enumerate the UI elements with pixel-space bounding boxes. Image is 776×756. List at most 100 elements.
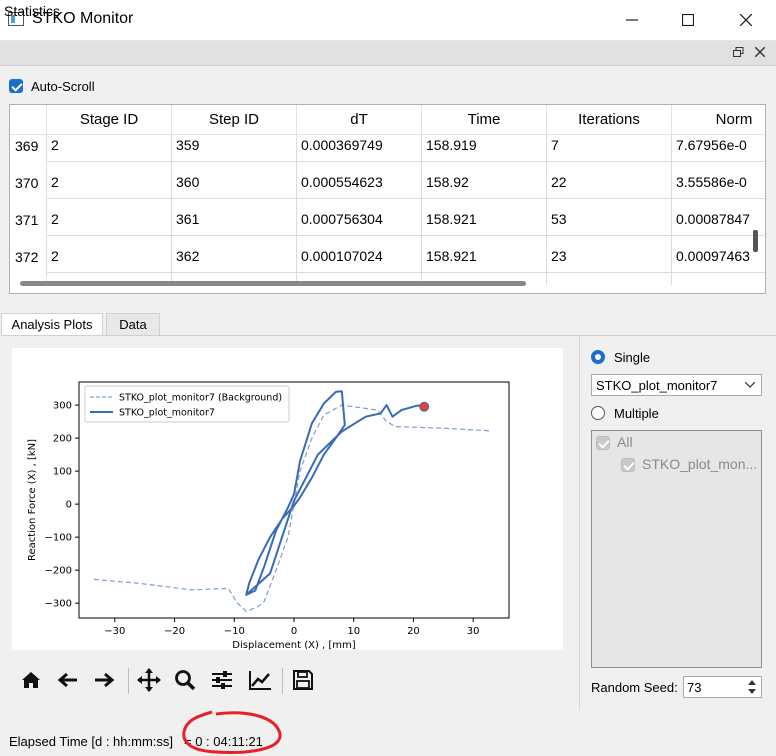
- minimize-button[interactable]: [604, 0, 660, 40]
- x-tick-label: −30: [104, 626, 125, 637]
- table-cell[interactable]: 0.000756304: [301, 211, 420, 227]
- row-divider: [47, 161, 765, 162]
- x-tick-label: 0: [291, 626, 297, 637]
- y-tick-label: 200: [53, 434, 72, 445]
- toolbar-separator: [282, 668, 283, 694]
- combo-value: STKO_plot_monitor7: [596, 378, 718, 393]
- y-tick-label: 0: [66, 500, 72, 511]
- legend-entry: STKO_plot_monitor7: [119, 408, 215, 419]
- table-cell[interactable]: 0.000107024: [301, 248, 420, 264]
- current-point-marker: [419, 401, 430, 412]
- multiple-radio[interactable]: [591, 406, 605, 420]
- all-checkbox[interactable]: [596, 436, 610, 450]
- grid-line: [296, 135, 297, 285]
- table-cell[interactable]: 0.000369749: [301, 137, 420, 153]
- auto-scroll-label: Auto-Scroll: [31, 79, 95, 94]
- row-divider: [47, 235, 765, 236]
- x-axis-label: Displacement (X) , [mm]: [232, 640, 355, 650]
- auto-scroll-checkbox[interactable]: [9, 79, 23, 93]
- forward-button[interactable]: [90, 666, 118, 694]
- single-radio[interactable]: [591, 350, 605, 364]
- statistics-dock-header: [0, 41, 776, 66]
- close-button[interactable]: [718, 0, 774, 40]
- toolbar-separator: [128, 668, 129, 694]
- zoom-button[interactable]: [171, 666, 199, 694]
- table-cell[interactable]: 360: [176, 174, 295, 190]
- edit-axis-button[interactable]: [246, 666, 274, 694]
- column-header[interactable]: Stage ID: [47, 105, 172, 135]
- home-button[interactable]: [17, 666, 45, 694]
- grid-line: [671, 135, 672, 285]
- y-axis-label: Reaction Force (X) , [kN]: [27, 439, 38, 561]
- y-tick-label: −200: [45, 566, 72, 577]
- home-icon: [22, 672, 40, 688]
- table-cell[interactable]: 2: [51, 137, 170, 153]
- table-cell[interactable]: 23: [551, 248, 670, 264]
- table-cell[interactable]: 3.55586e-0: [676, 174, 765, 190]
- column-header[interactable]: Step ID: [172, 105, 297, 135]
- configure-subplots-button[interactable]: [208, 666, 236, 694]
- table-cell[interactable]: 361: [176, 211, 295, 227]
- table-cell[interactable]: 53: [551, 211, 670, 227]
- spin-arrows-icon[interactable]: [746, 678, 758, 696]
- table-corner: [10, 105, 47, 135]
- y-tick-label: 300: [53, 401, 72, 412]
- tab-analysis-plots[interactable]: Analysis Plots: [1, 313, 103, 335]
- table-cell[interactable]: 7.67956e-0: [676, 137, 765, 153]
- edit-axis-icon: [249, 671, 271, 690]
- random-seed-spinbox[interactable]: 73: [683, 676, 762, 698]
- column-header[interactable]: Time: [422, 105, 547, 135]
- back-button[interactable]: [54, 666, 82, 694]
- y-tick-label: −100: [45, 533, 72, 544]
- table-cell[interactable]: 2: [51, 211, 170, 227]
- pan-button[interactable]: [135, 666, 163, 694]
- dock-close-icon: [755, 47, 765, 57]
- plot-canvas[interactable]: −30 −20 −10 0 10 20 30 −300 −200 −100 0 100 200 300 Di…: [12, 348, 563, 651]
- table-cell[interactable]: 158.919: [426, 137, 545, 153]
- dock-float-button[interactable]: [730, 44, 746, 60]
- configure-subplots-icon: [212, 671, 232, 689]
- save-button[interactable]: [289, 666, 317, 694]
- row-index: 370: [15, 175, 39, 191]
- grid-line: [421, 135, 422, 285]
- table-cell[interactable]: 2: [51, 174, 170, 190]
- pan-icon: [137, 668, 161, 692]
- legend-entry: STKO_plot_monitor7 (Background): [119, 393, 282, 404]
- table-cell[interactable]: 2: [51, 248, 170, 264]
- series-combo-box[interactable]: STKO_plot_monitor7: [591, 374, 762, 396]
- dock-title: Statistics: [4, 3, 61, 19]
- random-seed-label: Random Seed:: [591, 680, 678, 695]
- table-cell[interactable]: 362: [176, 248, 295, 264]
- save-icon: [293, 670, 313, 690]
- table-cell[interactable]: 158.921: [426, 211, 545, 227]
- table-cell[interactable]: 158.92: [426, 174, 545, 190]
- table-cell[interactable]: 7: [551, 137, 670, 153]
- table-cell[interactable]: 158.921: [426, 248, 545, 264]
- column-header[interactable]: dT: [297, 105, 422, 135]
- row-index: 369: [15, 138, 39, 154]
- zoom-icon: [175, 670, 196, 691]
- x-tick-label: 30: [467, 626, 480, 637]
- horizontal-scrollbar[interactable]: [20, 281, 526, 286]
- series-item-checkbox[interactable]: [621, 458, 635, 472]
- dock-close-button[interactable]: [752, 44, 768, 60]
- maximize-button[interactable]: [660, 0, 716, 40]
- all-item-label: All: [617, 434, 633, 450]
- x-tick-label: −20: [164, 626, 185, 637]
- grid-line: [46, 135, 47, 285]
- chevron-down-icon: [745, 382, 755, 388]
- table-cell[interactable]: 359: [176, 137, 295, 153]
- table-cell[interactable]: 0.00087847: [676, 211, 765, 227]
- tab-data[interactable]: Data: [106, 313, 160, 335]
- vertical-scrollbar[interactable]: [753, 230, 758, 252]
- column-header[interactable]: Iterations: [547, 105, 672, 135]
- table-cell[interactable]: 0.000554623: [301, 174, 420, 190]
- maximize-icon: [682, 14, 694, 26]
- statistics-table: Stage ID Step ID dT Time Iterations Norm 369 2 3…: [9, 104, 766, 294]
- x-tick-label: 10: [347, 626, 360, 637]
- x-tick-label: 20: [407, 626, 420, 637]
- column-header[interactable]: Norm: [672, 105, 765, 135]
- y-tick-label: −300: [45, 599, 72, 610]
- x-tick-label: −10: [224, 626, 245, 637]
- table-cell[interactable]: 22: [551, 174, 670, 190]
